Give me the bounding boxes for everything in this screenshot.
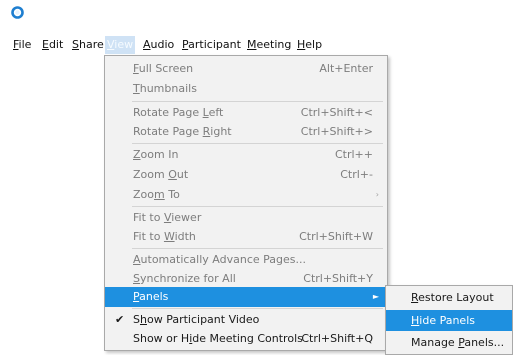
menu-edit[interactable]: Edit (40, 36, 65, 54)
menu-view[interactable]: View (105, 36, 136, 54)
submenu-item-manage-panels[interactable]: Manage Panels... (386, 332, 512, 353)
menu-item-label: Show or Hide Meeting Controls (133, 332, 303, 345)
menu-item-label: Hide Panels (411, 314, 475, 327)
menu-item-label: Full Screen (133, 62, 194, 75)
menu-file[interactable]: File (11, 36, 33, 54)
menu-item-label: Manage Panels... (411, 336, 505, 349)
view-menu-dropdown: Full Screen Alt+Enter Thumbnails Rotate … (104, 55, 388, 351)
chevron-right-icon: › (375, 190, 379, 199)
menu-item-label: Fit to Width (133, 230, 196, 243)
menu-item-label: Synchronize for All (133, 272, 236, 285)
menu-item-thumbnails[interactable]: Thumbnails (105, 79, 387, 99)
menu-separator (132, 308, 383, 309)
menu-item-auto-advance[interactable]: Automatically Advance Pages... (105, 250, 387, 270)
menu-item-shortcut: Ctrl+Shift+W (299, 230, 373, 243)
menu-item-shortcut: Ctrl+Shift+< (300, 106, 373, 119)
menu-audio[interactable]: Audio (141, 36, 176, 54)
menu-item-fit-to-viewer[interactable]: Fit to Viewer (105, 208, 387, 228)
submenu-item-hide-panels[interactable]: Hide Panels (386, 310, 512, 331)
menu-item-label: Zoom Out (133, 168, 189, 181)
menu-help[interactable]: Help (295, 36, 324, 54)
menu-item-show-participant-video[interactable]: ✔ Show Participant Video (105, 310, 387, 330)
submenu-arrow-icon: ► (372, 292, 379, 301)
menu-item-shortcut: Ctrl+Shift+Q (301, 332, 373, 345)
menu-item-shortcut: Ctrl++ (334, 148, 373, 161)
menu-item-rotate-right[interactable]: Rotate Page Right Ctrl+Shift+> (105, 122, 387, 142)
menu-item-zoom-to[interactable]: Zoom To › (105, 185, 387, 205)
menu-item-label: Zoom In (133, 148, 179, 161)
panels-submenu: Restore Layout Hide Panels Manage Panels… (385, 285, 513, 355)
submenu-item-restore-layout[interactable]: Restore Layout (386, 287, 512, 308)
menu-item-rotate-left[interactable]: Rotate Page Left Ctrl+Shift+< (105, 103, 387, 123)
menu-item-label: Automatically Advance Pages... (133, 253, 306, 266)
menu-bar: File Edit Share View Audio Participant M… (0, 32, 513, 57)
checkmark-icon: ✔ (115, 313, 125, 326)
menu-item-zoom-in[interactable]: Zoom In Ctrl++ (105, 145, 387, 165)
menu-item-panels[interactable]: Panels ► (105, 287, 387, 307)
menu-separator (132, 143, 383, 144)
menu-item-label: Zoom To (133, 188, 180, 201)
menu-item-shortcut: Alt+Enter (319, 62, 373, 75)
menu-item-full-screen[interactable]: Full Screen Alt+Enter (105, 59, 387, 79)
menu-item-show-hide-controls[interactable]: Show or Hide Meeting Controls Ctrl+Shift… (105, 329, 387, 349)
menu-separator (132, 206, 383, 207)
menu-participant[interactable]: Participant (180, 36, 243, 54)
menu-item-label: Restore Layout (411, 291, 494, 304)
menu-separator (132, 101, 383, 102)
menu-item-label: Rotate Page Right (133, 125, 232, 138)
menu-item-shortcut: Ctrl+- (340, 168, 373, 181)
menu-item-label: Show Participant Video (133, 313, 260, 326)
menu-item-label: Thumbnails (133, 82, 197, 95)
menu-item-label: Rotate Page Left (133, 106, 224, 119)
menu-item-fit-to-width[interactable]: Fit to Width Ctrl+Shift+W (105, 227, 387, 247)
app-logo-icon (11, 6, 24, 19)
menu-item-label: Fit to Viewer (133, 211, 202, 224)
menu-share[interactable]: Share (70, 36, 106, 54)
menu-item-shortcut: Ctrl+Shift+> (300, 125, 373, 138)
menu-item-label: Panels (133, 290, 169, 303)
title-bar (0, 0, 513, 32)
menu-separator (132, 248, 383, 249)
menu-item-synchronize[interactable]: Synchronize for All Ctrl+Shift+Y (105, 269, 387, 289)
menu-meeting[interactable]: Meeting (245, 36, 293, 54)
menu-item-shortcut: Ctrl+Shift+Y (303, 272, 373, 285)
menu-item-zoom-out[interactable]: Zoom Out Ctrl+- (105, 165, 387, 185)
